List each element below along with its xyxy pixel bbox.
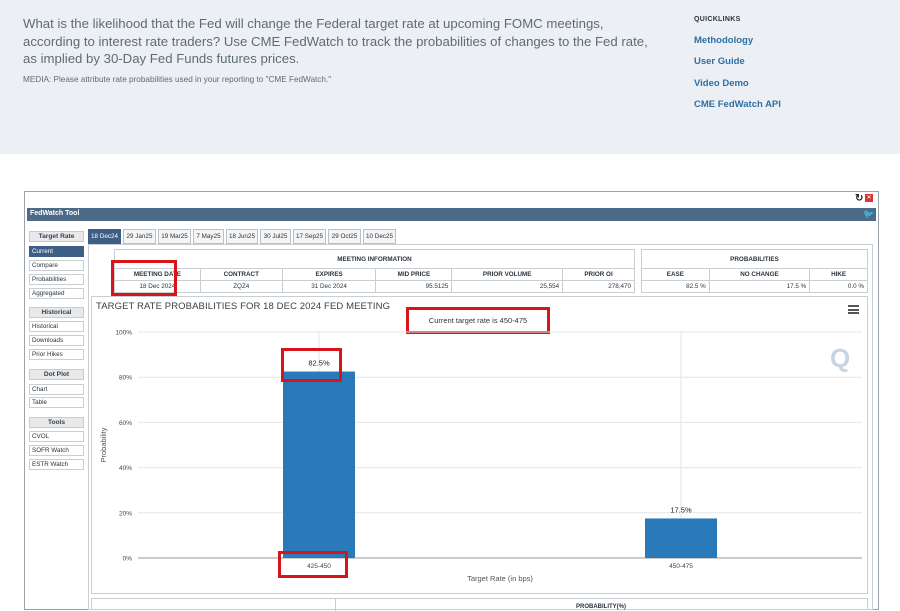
tab-29-jan25[interactable]: 29 Jan25 — [123, 229, 156, 244]
cell-prior-volume: 25,554 — [451, 280, 564, 293]
probability-table — [91, 598, 868, 611]
sidebar-item-chart[interactable]: Chart — [29, 384, 84, 395]
y-tick-label: 60% — [119, 420, 132, 427]
intro-text: What is the likelihood that the Fed will… — [23, 16, 648, 66]
y-tick-label: 100% — [115, 330, 132, 337]
close-icon[interactable]: ✕ — [865, 194, 873, 202]
sidebar-item-probabilities[interactable]: Probabilities — [29, 274, 84, 285]
probability-chart: 0%20%40%60%80%100%82.5%425-45017.5%450-4… — [99, 330, 862, 583]
sidebar-item-aggregated[interactable]: Aggregated — [29, 288, 84, 299]
sidebar-heading-target-rate: Target Rate — [29, 231, 84, 242]
cell-no-change: 17.5 % — [708, 280, 811, 293]
sidebar-item-sofr-watch[interactable]: SOFR Watch — [29, 445, 84, 456]
meeting-info-table: MEETING INFORMATION MEETING DATE CONTRAC… — [114, 249, 635, 293]
col-prior-oi: PRIOR OI — [562, 268, 635, 281]
sidebar-heading-tools: Tools — [29, 417, 84, 428]
tab-18-dec24[interactable]: 18 Dec24 — [88, 229, 121, 244]
cell-prior-oi: 278,470 — [562, 280, 635, 293]
twitter-icon[interactable]: 🐦 — [863, 210, 874, 219]
cell-ease: 82.5 % — [641, 280, 710, 293]
tab-29-oct25[interactable]: 29 Oct25 — [328, 229, 361, 244]
y-tick-label: 0% — [123, 556, 133, 563]
sidebar-heading-dot-plot: Dot Plot — [29, 369, 84, 380]
probability-table-header: PROBABILITY(%) — [576, 604, 626, 610]
table-divider — [335, 599, 336, 611]
quicklink-methodology[interactable]: Methodology — [694, 35, 753, 46]
sidebar-item-historical[interactable]: Historical — [29, 321, 84, 332]
bar-value-label: 17.5% — [670, 505, 692, 514]
sidebar-item-downloads[interactable]: Downloads — [29, 335, 84, 346]
col-mid-price: MID PRICE — [375, 268, 453, 281]
sidebar-item-cvol[interactable]: CVOL — [29, 431, 84, 442]
col-no-change: NO CHANGE — [708, 268, 811, 281]
chart-menu-icon[interactable] — [848, 305, 859, 314]
quicklinks-title: QUICKLINKS — [694, 16, 741, 23]
col-hike: HIKE — [809, 268, 868, 281]
probabilities-table: PROBABILITIES EASE NO CHANGE HIKE 82.5 %… — [641, 249, 868, 293]
sidebar-item-estr-watch[interactable]: ESTR Watch — [29, 459, 84, 470]
tool-titlebar: FedWatch Tool 🐦 — [27, 208, 876, 221]
cell-expires: 31 Dec 2024 — [281, 280, 377, 293]
sidebar-item-table[interactable]: Table — [29, 397, 84, 408]
meeting-info-header: MEETING INFORMATION — [114, 249, 635, 269]
quicklink-api[interactable]: CME FedWatch API — [694, 99, 781, 110]
col-prior-volume: PRIOR VOLUME — [451, 268, 564, 281]
y-axis-label: Probability — [99, 427, 108, 462]
sidebar-item-current[interactable]: Current — [29, 246, 84, 257]
tab-18-jun25[interactable]: 18 Jun25 — [226, 229, 258, 244]
media-note: MEDIA: Please attribute rate probabiliti… — [23, 75, 332, 84]
quicklink-user-guide[interactable]: User Guide — [694, 56, 745, 67]
sidebar-heading-historical: Historical — [29, 307, 84, 318]
y-tick-label: 40% — [119, 465, 132, 472]
cell-contract: ZQZ4 — [199, 280, 283, 293]
tab-10-dec25[interactable]: 10 Dec25 — [363, 229, 396, 244]
quicklink-video-demo[interactable]: Video Demo — [694, 78, 749, 89]
probabilities-header: PROBABILITIES — [641, 249, 868, 269]
tab-17-sep25[interactable]: 17 Sep25 — [293, 229, 326, 244]
bar — [283, 371, 355, 558]
cell-mid-price: 95.5125 — [375, 280, 453, 293]
highlight-category — [278, 551, 348, 578]
chart-title: TARGET RATE PROBABILITIES FOR 18 DEC 202… — [96, 301, 391, 312]
refresh-icon[interactable]: ↻ — [855, 194, 864, 204]
col-expires: EXPIRES — [281, 268, 377, 281]
col-ease: EASE — [641, 268, 710, 281]
bar — [645, 518, 717, 558]
tab-19-mar25[interactable]: 19 Mar25 — [158, 229, 191, 244]
x-tick-label: 450-475 — [669, 563, 693, 570]
y-tick-label: 20% — [119, 510, 132, 517]
y-tick-label: 80% — [119, 375, 132, 382]
tab-7-may25[interactable]: 7 May25 — [193, 229, 224, 244]
cell-hike: 0.0 % — [809, 280, 868, 293]
tool-title: FedWatch Tool — [30, 210, 80, 217]
highlight-meeting-date — [111, 260, 177, 296]
sidebar-item-prior-hikes[interactable]: Prior Hikes — [29, 349, 84, 360]
highlight-bar-label — [281, 348, 342, 382]
col-contract: CONTRACT — [199, 268, 283, 281]
x-axis-label: Target Rate (in bps) — [467, 574, 533, 583]
sidebar-item-compare[interactable]: Compare — [29, 260, 84, 271]
tab-30-jul25[interactable]: 30 Jul25 — [260, 229, 291, 244]
